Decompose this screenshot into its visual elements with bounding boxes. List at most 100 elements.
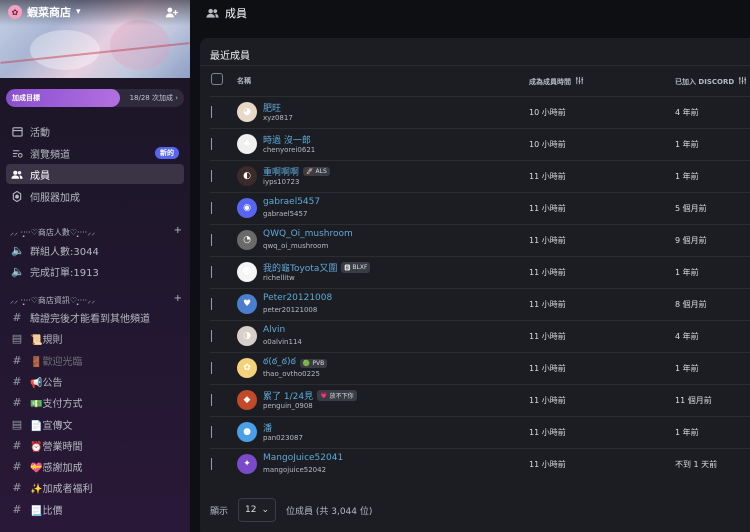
row-checkbox[interactable] <box>211 138 212 150</box>
row-checkbox[interactable] <box>211 106 212 118</box>
channel-item[interactable]: # 📃比價 <box>6 499 184 519</box>
table-row[interactable]: ◐ 重啊啊啊 🚀 ALS iyps10723 11 小時前 1 年前 <box>200 160 750 192</box>
table-row[interactable]: ✿ ఠ(ఠ_ఠ)ఠ 🟢 PVB thao_ovtho0225 11 小時前 1 年前 <box>200 352 750 384</box>
invite-people-icon[interactable] <box>163 4 179 20</box>
avatar[interactable]: ◕ <box>237 102 257 122</box>
boost-goal-bar[interactable]: 加成目標 18/28 次加成 › <box>6 89 184 107</box>
member-name[interactable]: MangoJuice52041 <box>263 453 343 463</box>
new-badge: 新的 <box>155 147 179 159</box>
sort-icon[interactable] <box>575 76 584 87</box>
avatar[interactable]: ✿ <box>237 358 257 378</box>
nav-server-boost[interactable]: 伺服器加成 <box>6 186 184 206</box>
page-title: 成員 <box>225 7 247 20</box>
member-handle: mangojuice52042 <box>263 466 327 474</box>
row-checkbox[interactable] <box>211 362 212 374</box>
table-row[interactable]: ✦ MangoJuice52041 mangojuice52042 11 小時前 不到 … <box>200 448 750 480</box>
table-row[interactable]: ◔ QWQ_Oi_mushroom qwq_oi_mushroom 11 小時前 9 個… <box>200 224 750 256</box>
row-checkbox[interactable] <box>211 458 212 470</box>
member-name[interactable]: 潘 <box>263 421 272 434</box>
channel-item[interactable]: # 驗證完後才能看到其他頻道 <box>6 307 184 327</box>
avatar[interactable]: ♠ <box>237 134 257 154</box>
add-channel-icon[interactable]: + <box>174 293 182 304</box>
member-since: 11 小時前 <box>529 460 566 469</box>
nav-browse-channels[interactable]: 瀏覽頻道 新的 <box>6 143 184 163</box>
avatar[interactable]: ◔ <box>237 230 257 250</box>
member-since: 11 小時前 <box>529 428 566 437</box>
table-row[interactable]: ◕ 肥旺 xyz0817 10 小時前 4 年前 <box>200 96 750 128</box>
category-stats[interactable]: ⸝⸝ ·‧̩̥̩̥·‧♡商店人數♡‧̩̥̩̥·‧·⸝⸝ + <box>10 225 186 238</box>
table-row[interactable]: ☻ 我的龜Toyota又圍 🅱 BLXF richellitw 11 小時前 1 年前 <box>200 256 750 288</box>
page-size-select[interactable]: 12 ⌄ <box>238 498 277 522</box>
row-divider <box>210 352 750 353</box>
member-name[interactable]: gabrael5457 <box>263 197 320 207</box>
channel-item[interactable]: # 💝感謝加成 <box>6 456 184 476</box>
channel-item[interactable]: # ⏰營業時間 <box>6 435 184 455</box>
column-joined[interactable]: 已加入 DISCORD <box>675 76 747 87</box>
server-header[interactable]: ✿ 蝦菜商店 ▾ <box>8 4 81 20</box>
avatar[interactable]: ☻ <box>237 262 257 282</box>
row-checkbox[interactable] <box>211 266 212 278</box>
channel-orders-done[interactable]: 🔈 完成訂單:1913 <box>6 261 184 281</box>
avatar[interactable]: ♥ <box>237 294 257 314</box>
avatar[interactable]: ◆ <box>237 390 257 410</box>
row-checkbox[interactable] <box>211 298 212 310</box>
avatar[interactable]: ◉ <box>237 198 257 218</box>
nav-members[interactable]: 成員 <box>6 164 184 184</box>
avatar[interactable]: ● <box>237 422 257 442</box>
channel-item[interactable]: # ✨加成者福利 <box>6 477 184 497</box>
hashtag-icon: # <box>12 310 22 324</box>
avatar[interactable]: ◑ <box>237 326 257 346</box>
member-name[interactable]: 肥旺 <box>263 101 281 114</box>
avatar[interactable]: ✦ <box>237 454 257 474</box>
voice-channel-icon: 🔈 <box>11 264 25 278</box>
channel-item-label: 📃比價 <box>30 505 63 517</box>
table-row[interactable]: ◉ gabrael5457 gabrael5457 11 小時前 5 個月前 <box>200 192 750 224</box>
row-checkbox[interactable] <box>211 170 212 182</box>
member-name[interactable]: 重啊啊啊 🚀 ALS <box>263 165 330 178</box>
member-name[interactable]: Peter20121008 <box>263 293 332 303</box>
member-name[interactable]: Alvin <box>263 325 285 335</box>
member-name[interactable]: 時過 沒一郎 <box>263 133 311 146</box>
forum-icon: ▤ <box>11 331 23 345</box>
channel-item[interactable]: ▤ 📜規則 <box>6 328 184 348</box>
table-row[interactable]: ◆ 累了 1/24見 💗 放不下你 penguin_0908 11 小時前 11 個月前 <box>200 384 750 416</box>
avatar[interactable]: ◐ <box>237 166 257 186</box>
select-all-checkbox[interactable] <box>211 73 223 85</box>
category-info[interactable]: ⸝⸝ ·‧̩̥̩̥·‧♡商店資訊♡‧̩̥̩̥·‧·⸝⸝ + <box>10 293 186 306</box>
member-handle: richellitw <box>263 274 295 282</box>
row-checkbox[interactable] <box>211 394 212 406</box>
nav-events[interactable]: 活動 <box>6 121 184 141</box>
members-icon <box>206 7 219 19</box>
table-row[interactable]: ● 潘 pan023087 11 小時前 1 年前 <box>200 416 750 448</box>
nav-events-label: 活動 <box>30 127 50 139</box>
member-handle: o0alvin114 <box>263 338 302 346</box>
discord-joined: 4 年前 <box>675 332 699 341</box>
add-channel-icon[interactable]: + <box>174 225 182 236</box>
member-handle: chenyorei0621 <box>263 146 316 154</box>
row-checkbox[interactable] <box>211 202 212 214</box>
table-row[interactable]: ♠ 時過 沒一郎 chenyorei0621 10 小時前 1 年前 <box>200 128 750 160</box>
boost-icon <box>11 190 23 202</box>
member-handle: iyps10723 <box>263 178 300 186</box>
channel-item[interactable]: # 🚪歡迎光臨 <box>6 350 184 370</box>
column-since[interactable]: 成為成員時間 <box>529 76 584 87</box>
row-checkbox[interactable] <box>211 234 212 246</box>
server-tag: 💗 放不下你 <box>317 390 357 401</box>
channel-item[interactable]: # 📢公告 <box>6 371 184 391</box>
row-checkbox[interactable] <box>211 426 212 438</box>
channel-item[interactable]: ▤ 📄宣傳文 <box>6 414 184 434</box>
channel-item[interactable]: # 💵支付方式 <box>6 392 184 412</box>
chevron-down-icon: ▾ <box>76 7 81 17</box>
table-row[interactable]: ◑ Alvin o0alvin114 11 小時前 4 年前 <box>200 320 750 352</box>
nav-server-boost-label: 伺服器加成 <box>30 192 80 204</box>
member-name[interactable]: QWQ_Oi_mushroom <box>263 229 353 239</box>
member-name[interactable]: 我的龜Toyota又圍 🅱 BLXF <box>263 261 371 274</box>
member-handle: xyz0817 <box>263 114 293 122</box>
sort-icon[interactable] <box>738 76 747 87</box>
row-divider <box>210 160 750 161</box>
channel-member-count[interactable]: 🔈 群組人數:3044 <box>6 240 184 260</box>
table-row[interactable]: ♥ Peter20121008 peter20121008 11 小時前 8 個月前 <box>200 288 750 320</box>
member-name[interactable]: 累了 1/24見 💗 放不下你 <box>263 389 357 402</box>
row-checkbox[interactable] <box>211 330 212 342</box>
member-name[interactable]: ఠ(ఠ_ఠ)ఠ 🟢 PVB <box>263 357 328 369</box>
